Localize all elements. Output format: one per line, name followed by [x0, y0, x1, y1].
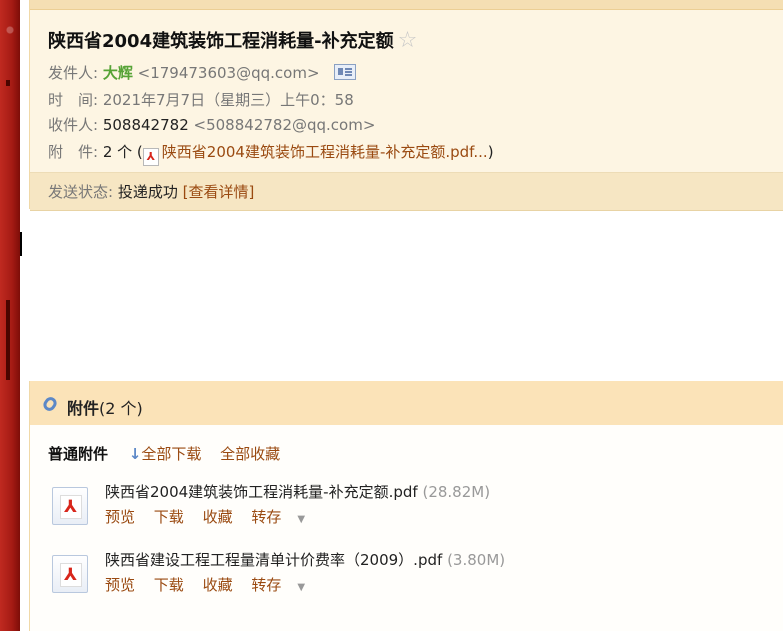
- status-value: 投递成功: [117, 183, 178, 201]
- status-row: 发送状态: 投递成功 [查看详情]: [48, 181, 254, 202]
- attachment-preview-link[interactable]: 陕西省2004建筑装饰工程消耗量-补充定额.pdf...: [162, 143, 488, 161]
- file-size: (28.82M): [422, 483, 491, 501]
- attachment-count: 2 个 (: [102, 143, 143, 161]
- attachment-file: ⅄ 陕西省2004建筑装饰工程消耗量-补充定额.pdf (28.82M) 预览 …: [52, 481, 772, 533]
- attachments-panel: 附件(2 个) 普通附件 ↓全部下载 全部收藏 ⅄ 陕西省2004建筑装饰工程消…: [29, 381, 783, 631]
- normal-attachments-label: 普通附件: [48, 445, 109, 463]
- chevron-down-icon[interactable]: ▼: [297, 582, 305, 593]
- sender-name[interactable]: 大辉: [103, 64, 133, 82]
- delivery-status-bar: 发送状态: 投递成功 [查看详情]: [30, 172, 783, 211]
- save-to-label[interactable]: 转存: [251, 508, 281, 526]
- subject-text: 陕西省2004建筑装饰工程消耗量-补充定额: [48, 31, 394, 52]
- recipient-name[interactable]: 508842782: [103, 116, 189, 134]
- attachment-label: 附 件:: [48, 143, 99, 161]
- time-row: 时 间: 2021年7月7日（星期三）上午0：58: [48, 89, 354, 110]
- time-value: 2021年7月7日（星期三）上午0：58: [102, 91, 354, 109]
- email-header: 陕西省2004建筑装饰工程消耗量-补充定额 ☆ 发件人: 大辉 <17947360…: [29, 0, 783, 211]
- preview-link[interactable]: 预览: [105, 576, 135, 594]
- save-to-link[interactable]: 转存 ▼: [251, 508, 319, 526]
- email-subject: 陕西省2004建筑装饰工程消耗量-补充定额 ☆: [48, 27, 417, 53]
- decorative-side-border: [0, 0, 20, 631]
- download-all-link[interactable]: 全部下载: [141, 445, 201, 463]
- side-gap: [20, 0, 29, 631]
- download-arrow-icon: ↓: [128, 445, 142, 463]
- download-link[interactable]: 下载: [154, 576, 184, 594]
- preview-link[interactable]: 预览: [105, 508, 135, 526]
- sender-label: 发件人:: [48, 64, 99, 82]
- paperclip-icon: [41, 394, 59, 414]
- file-name-row: 陕西省建设工程工程量清单计价费率（2009）.pdf (3.80M): [105, 549, 505, 570]
- view-details-link[interactable]: [查看详情]: [183, 183, 255, 201]
- attachment-close-paren: ): [487, 143, 494, 161]
- file-actions: 预览 下载 收藏 转存 ▼: [105, 506, 333, 527]
- sender-email[interactable]: <179473603@qq.com>: [138, 64, 320, 82]
- pdf-file-icon[interactable]: ⅄: [52, 555, 88, 593]
- file-actions: 预览 下载 收藏 转存 ▼: [105, 574, 333, 595]
- attachments-header: 附件(2 个): [30, 381, 783, 425]
- time-label: 时 间:: [48, 91, 99, 109]
- file-size: (3.80M): [447, 551, 506, 569]
- save-to-link[interactable]: 转存 ▼: [251, 576, 319, 594]
- sender-row: 发件人: 大辉 <179473603@qq.com>: [48, 62, 357, 83]
- star-icon[interactable]: ☆: [398, 28, 418, 53]
- file-name[interactable]: 陕西省建设工程工程量清单计价费率（2009）.pdf: [105, 551, 442, 569]
- attachments-toolbar: 普通附件 ↓全部下载 全部收藏: [48, 443, 280, 464]
- collect-all-link[interactable]: 全部收藏: [220, 445, 280, 463]
- attachments-title-text: 附件: [67, 399, 100, 418]
- pdf-icon: ⅄: [142, 148, 159, 166]
- attachment-file: ⅄ 陕西省建设工程工程量清单计价费率（2009）.pdf (3.80M) 预览 …: [52, 549, 772, 601]
- attachments-body: 普通附件 ↓全部下载 全部收藏 ⅄ 陕西省2004建筑装饰工程消耗量-补充定额.…: [30, 425, 783, 631]
- save-to-label[interactable]: 转存: [251, 576, 281, 594]
- recipient-label: 收件人:: [48, 116, 99, 134]
- file-name[interactable]: 陕西省2004建筑装饰工程消耗量-补充定额.pdf: [105, 483, 418, 501]
- download-link[interactable]: 下载: [154, 508, 184, 526]
- header-top-line: [30, 0, 783, 10]
- chevron-down-icon[interactable]: ▼: [297, 514, 305, 525]
- attachments-count: (2 个): [99, 399, 143, 418]
- collect-link[interactable]: 收藏: [203, 508, 233, 526]
- recipient-row: 收件人: 508842782 <508842782@qq.com>: [48, 114, 375, 135]
- attachment-row: 附 件: 2 个 (⅄ 陕西省2004建筑装饰工程消耗量-补充定额.pdf...): [48, 141, 494, 166]
- status-label: 发送状态:: [48, 183, 114, 201]
- recipient-email[interactable]: <508842782@qq.com>: [194, 116, 376, 134]
- collect-link[interactable]: 收藏: [203, 576, 233, 594]
- attachments-title: 附件(2 个): [67, 395, 143, 419]
- pdf-file-icon[interactable]: ⅄: [52, 487, 88, 525]
- contact-card-icon[interactable]: [334, 64, 357, 80]
- file-name-row: 陕西省2004建筑装饰工程消耗量-补充定额.pdf (28.82M): [105, 481, 490, 502]
